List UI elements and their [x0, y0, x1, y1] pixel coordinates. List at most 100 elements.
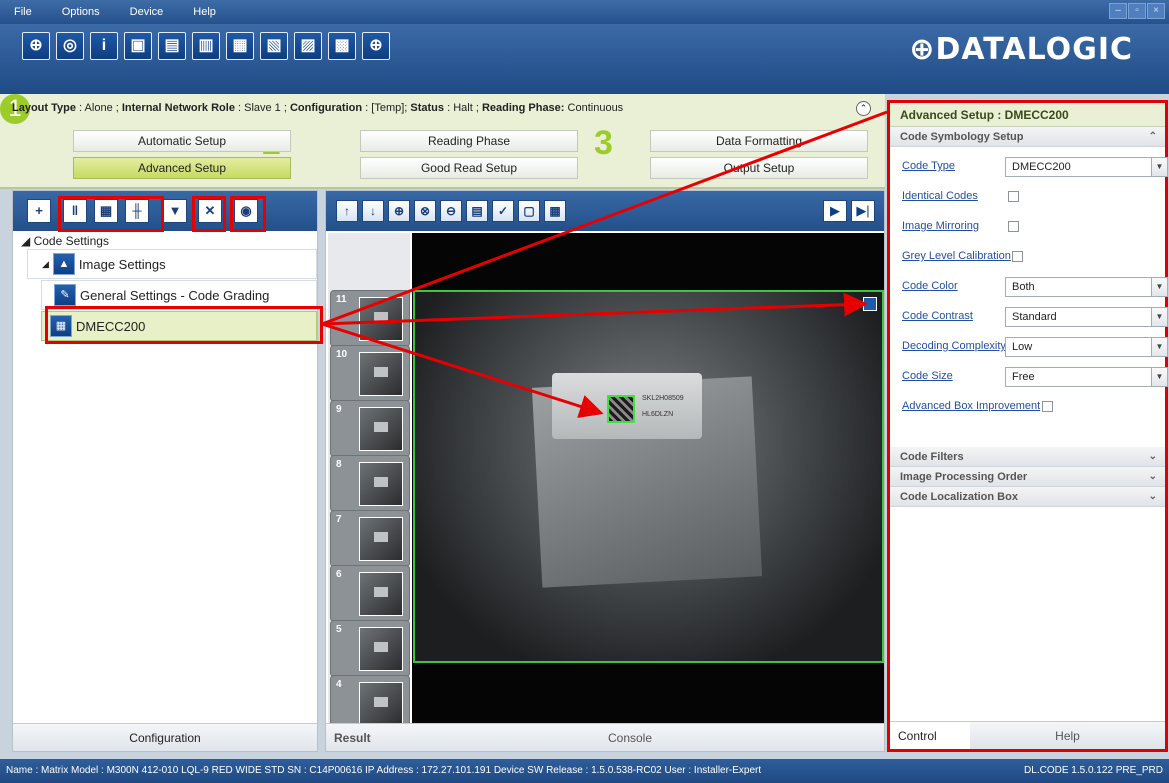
configuration-value: [Temp] [371, 102, 405, 114]
config-send-icon[interactable]: ▦ [226, 32, 254, 60]
tree-node-image-settings[interactable]: ◢ ▲ Image Settings [27, 249, 317, 279]
image-mirroring-checkbox[interactable] [1008, 221, 1019, 232]
code-size-select[interactable]: Free ▼ [1005, 367, 1168, 387]
zoom-fit-icon[interactable]: ⊗ [414, 200, 436, 222]
target-icon[interactable]: ⊕ [362, 32, 390, 60]
code-type-select[interactable]: DMECC200 ▼ [1005, 157, 1168, 177]
thumbnail[interactable]: 10 [330, 345, 410, 402]
reading-phase-button[interactable]: Reading Phase [360, 130, 578, 152]
step-forward-icon[interactable]: ▶| [851, 200, 875, 222]
save-image-icon[interactable]: ▤ [466, 200, 488, 222]
window-icon[interactable]: ▣ [124, 32, 152, 60]
tab-result[interactable]: Result [326, 724, 376, 751]
layout-type-label: Layout Type [12, 102, 76, 114]
code-color-value: Both [1012, 281, 1035, 293]
identical-codes-label: Identical Codes [902, 190, 978, 202]
annotation-box-delete [192, 196, 226, 232]
collapse-icon[interactable]: ⌃ [856, 101, 871, 116]
roi-icon[interactable]: ▢ [518, 200, 540, 222]
data-formatting-button[interactable]: Data Formatting [650, 130, 868, 152]
device-open-icon[interactable]: ▥ [192, 32, 220, 60]
chevron-up-icon: ⌃ [1148, 131, 1157, 142]
monitor-icon[interactable]: ◎ [56, 32, 84, 60]
menu-options[interactable]: Options [62, 6, 100, 18]
automatic-setup-button[interactable]: Automatic Setup [73, 130, 291, 152]
thumbnail-number: 5 [336, 624, 342, 635]
package-label: SKL2H08509 HL6DLZN [552, 373, 702, 439]
advanced-box-checkbox[interactable] [1042, 401, 1053, 412]
thumbnail-image [359, 682, 403, 723]
chevron-down-icon: ▼ [1151, 338, 1167, 356]
thumbnail-number: 8 [336, 459, 342, 470]
zoom-out-icon[interactable]: ⊖ [440, 200, 462, 222]
label-text-2: HL6DLZN [642, 411, 674, 418]
grey-level-label: Grey Level Calibration [902, 250, 1011, 262]
image-processing-order-section[interactable]: Image Processing Order ⌄ [890, 467, 1165, 487]
label-text-1: SKL2H08509 [642, 395, 684, 402]
menu-help[interactable]: Help [193, 6, 216, 18]
good-read-setup-button[interactable]: Good Read Setup [360, 157, 578, 179]
center-tabs: Result Console [326, 723, 884, 751]
menu-device[interactable]: Device [130, 6, 164, 18]
thumbnail[interactable]: 6 [330, 565, 410, 622]
config-receive-icon[interactable]: ▧ [260, 32, 288, 60]
add-item-icon[interactable]: + [27, 199, 51, 223]
right-tabs: Control Help [890, 721, 1165, 749]
tab-control[interactable]: Control [890, 722, 970, 749]
minimize-icon[interactable]: – [1109, 3, 1127, 19]
section-label: Code Localization Box [900, 491, 1018, 503]
image-toolbar: ↑ ↓ ⊕ ⊗ ⊖ ▤ ✓ ▢ ▦ ▶ ▶| [326, 191, 884, 231]
chevron-down-icon: ⌄ [1148, 471, 1157, 482]
menu-file[interactable]: File [14, 6, 32, 18]
thumbnail[interactable]: 11 [330, 290, 410, 347]
thumbnail[interactable]: 9 [330, 400, 410, 457]
output-setup-button[interactable]: Output Setup [650, 157, 868, 179]
close-icon[interactable]: × [1147, 3, 1165, 19]
image-settings-label: Image Settings [78, 256, 166, 272]
code-symbology-section[interactable]: Code Symbology Setup ⌃ [890, 127, 1165, 147]
network-role-label: Internal Network Role [121, 102, 235, 114]
decoding-complexity-select[interactable]: Low ▼ [1005, 337, 1168, 357]
thumbnail-image [359, 517, 403, 561]
code-filters-section[interactable]: Code Filters ⌄ [890, 447, 1165, 467]
getting-started-icon[interactable]: ⊕ [22, 32, 50, 60]
filter-icon[interactable]: ▼ [163, 199, 187, 223]
tree-node-code-settings[interactable]: ◢ Code Settings [21, 234, 109, 248]
chevron-down-icon: ▼ [1151, 308, 1167, 326]
annotation-box-autolearn [230, 196, 266, 232]
thumbnail-image [359, 627, 403, 671]
play-icon[interactable]: ▶ [823, 200, 847, 222]
identical-codes-checkbox[interactable] [1008, 191, 1019, 202]
thumbnail-number: 7 [336, 514, 342, 525]
thumbnail-image [359, 297, 403, 341]
thumbnail[interactable]: 5 [330, 620, 410, 677]
restore-icon[interactable]: ▫ [1128, 3, 1146, 19]
status-value: Halt [453, 102, 473, 114]
configuration-label: Configuration [289, 102, 363, 114]
grid-icon[interactable]: ▦ [544, 200, 566, 222]
advanced-setup-panel: Advanced Setup : DMECC200 Code Symbology… [887, 100, 1168, 752]
window-controls: – ▫ × [1109, 3, 1165, 19]
grey-level-checkbox[interactable] [1012, 251, 1023, 262]
advanced-setup-button[interactable]: Advanced Setup [73, 157, 291, 179]
device-find-icon[interactable]: ▤ [158, 32, 186, 60]
section-label: Image Processing Order [900, 471, 1028, 483]
thumbnail[interactable]: 4 [330, 675, 410, 723]
code-color-select[interactable]: Both ▼ [1005, 277, 1168, 297]
thumbnail[interactable]: 7 [330, 510, 410, 567]
code-localization-box[interactable]: SKL2H08509 HL6DLZN [413, 290, 884, 663]
arrow-up-icon[interactable]: ↑ [336, 200, 358, 222]
zoom-in-icon[interactable]: ⊕ [388, 200, 410, 222]
datalogic-logo: ⊕DATALOGIC [909, 32, 1133, 67]
tab-help[interactable]: Help [970, 722, 1165, 749]
check-icon[interactable]: ✓ [492, 200, 514, 222]
grid-settings-icon[interactable]: ▩ [328, 32, 356, 60]
thumbnail[interactable]: 8 [330, 455, 410, 512]
info-icon[interactable]: i [90, 32, 118, 60]
code-contrast-select[interactable]: Standard ▼ [1005, 307, 1168, 327]
camera-image-view[interactable]: SKL2H08509 HL6DLZN [412, 233, 884, 723]
device-save-icon[interactable]: ▨ [294, 32, 322, 60]
arrow-down-icon[interactable]: ↓ [362, 200, 384, 222]
tab-console[interactable]: Console [376, 724, 884, 751]
code-localization-box-section[interactable]: Code Localization Box ⌄ [890, 487, 1165, 507]
